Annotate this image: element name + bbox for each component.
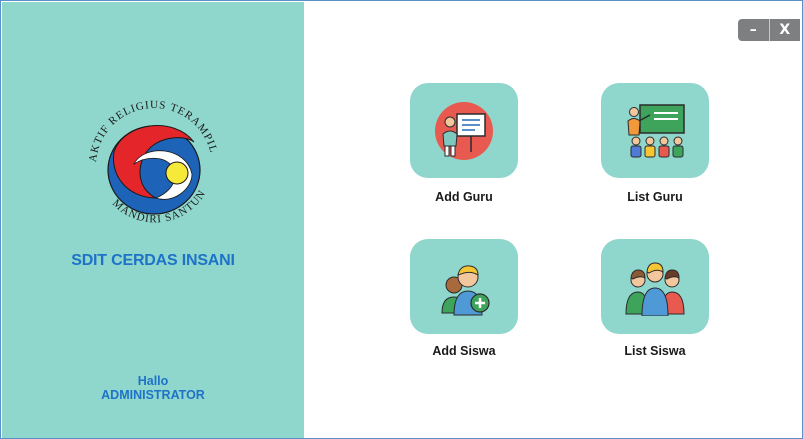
teacher-presentation-icon	[435, 101, 493, 160]
school-logo: AKTIF RELIGIUS TERAMPIL MANDIRI SANTUN	[87, 99, 218, 226]
sidebar: AKTIF RELIGIUS TERAMPIL MANDIRI SANTUN S…	[2, 2, 304, 438]
list-guru-label: List Guru	[627, 190, 683, 204]
greeting-block: Hallo ADMINISTRATOR	[2, 374, 304, 402]
list-guru-tile[interactable]	[601, 83, 709, 178]
add-guru-button[interactable]: Add Guru	[410, 83, 520, 204]
greeting-text: Hallo	[137, 374, 169, 388]
user-name: ADMINISTRATOR	[101, 388, 205, 402]
add-guru-label: Add Guru	[435, 190, 493, 204]
minimize-button[interactable]: –	[738, 19, 769, 41]
student-group-icon	[625, 261, 685, 316]
list-siswa-label: List Siswa	[624, 344, 686, 358]
school-name: SDIT CERDAS INSANI	[71, 252, 235, 269]
classroom-icon	[627, 103, 685, 157]
add-guru-tile[interactable]	[410, 83, 518, 178]
add-siswa-label: Add Siswa	[432, 344, 496, 358]
add-student-icon	[441, 264, 490, 315]
app-window: AKTIF RELIGIUS TERAMPIL MANDIRI SANTUN S…	[0, 0, 803, 439]
window-controls: – X	[738, 19, 800, 41]
add-siswa-button[interactable]: Add Siswa	[410, 239, 520, 358]
close-button[interactable]: X	[770, 19, 801, 41]
list-guru-button[interactable]: List Guru	[601, 83, 711, 204]
add-siswa-tile[interactable]	[410, 239, 518, 334]
list-siswa-tile[interactable]	[601, 239, 709, 334]
list-siswa-button[interactable]: List Siswa	[601, 239, 711, 358]
